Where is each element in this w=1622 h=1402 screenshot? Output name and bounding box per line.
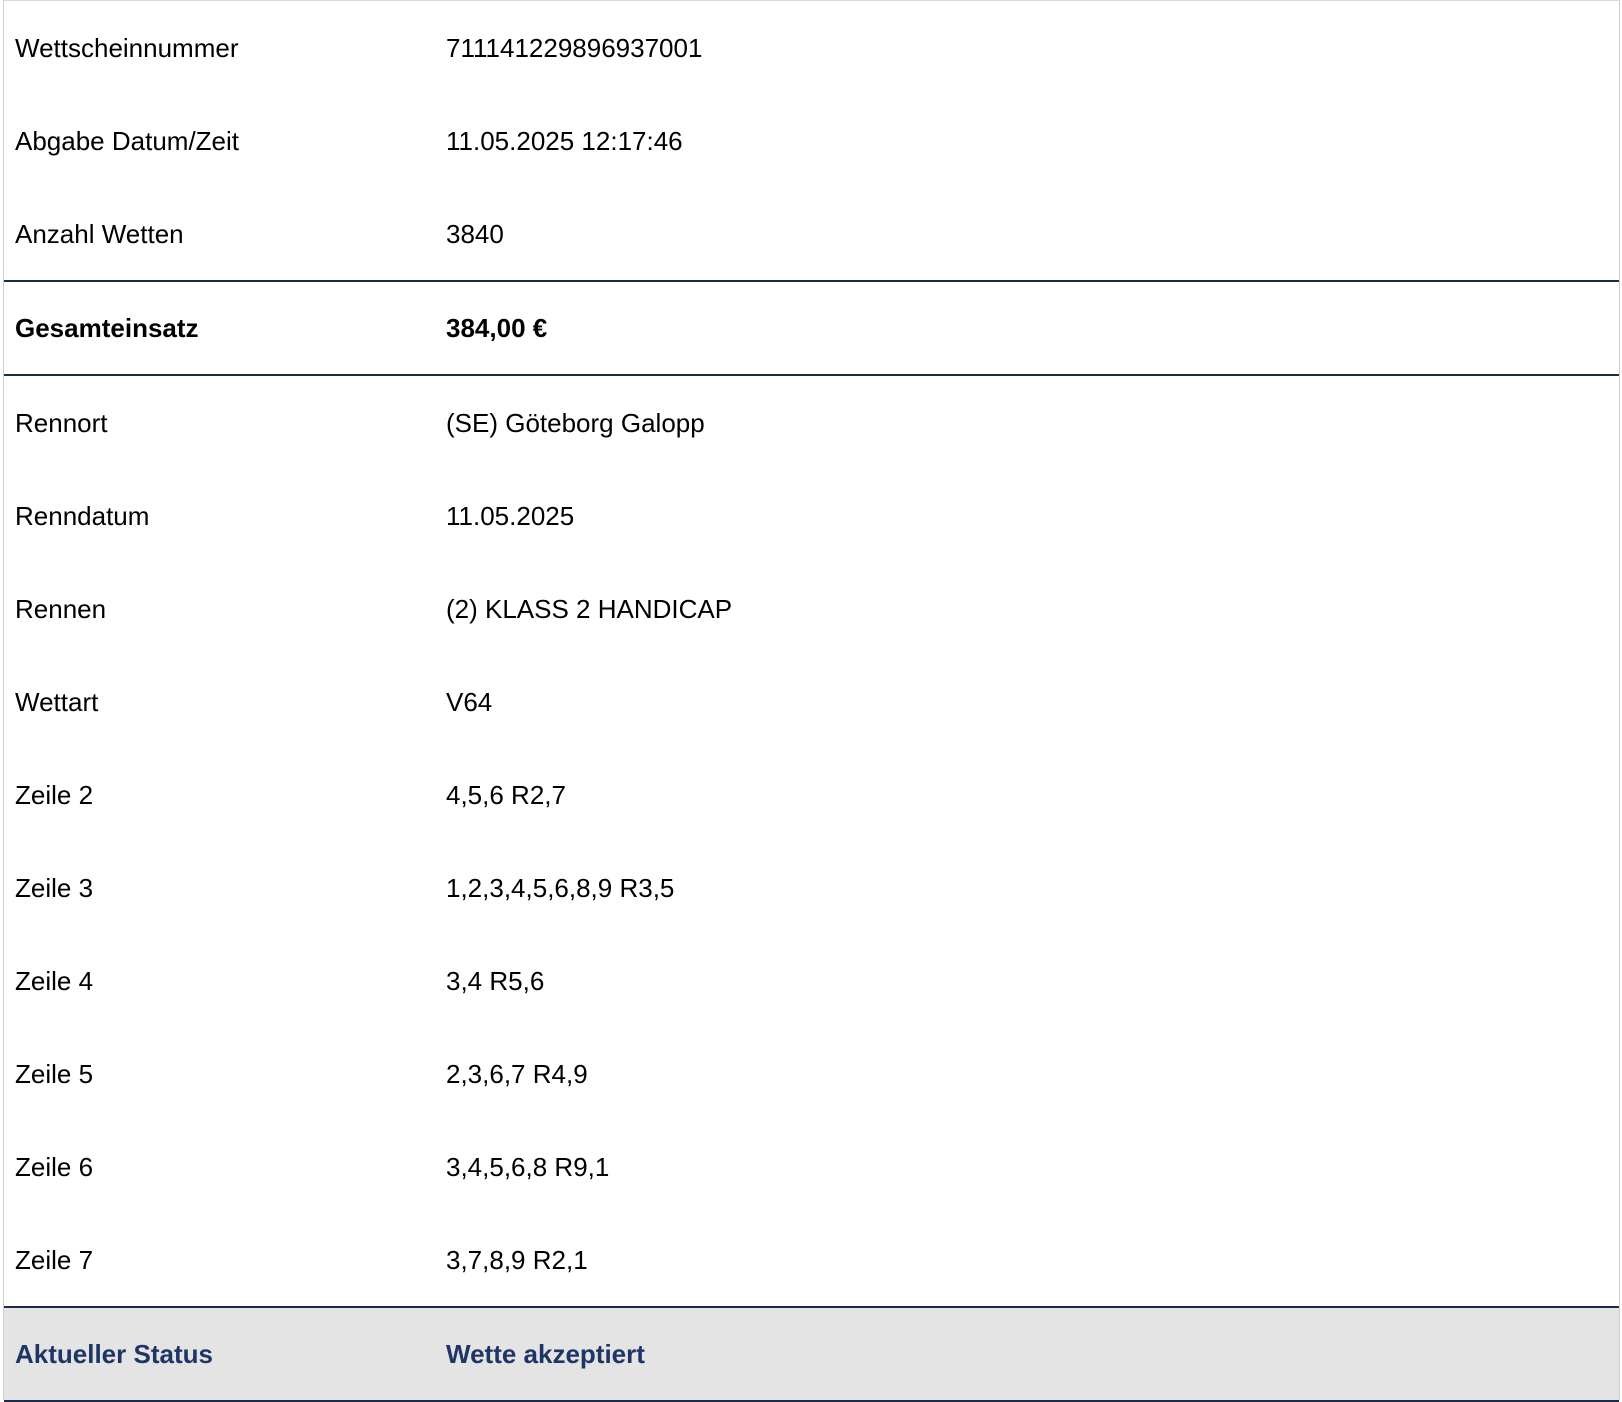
row-label: Zeile 5 xyxy=(15,1058,94,1089)
row-value: (2) KLASS 2 HANDICAP xyxy=(446,593,733,624)
row-label: Zeile 3 xyxy=(15,872,94,903)
row-label: Zeile 7 xyxy=(15,1244,94,1275)
total-stake-section: Gesamteinsatz 384,00 € xyxy=(4,280,1619,376)
row-label: Renndatum xyxy=(15,500,150,531)
row-label: Rennort xyxy=(15,407,108,438)
row-value: 3840 xyxy=(446,218,504,249)
row-submission-datetime: Abgabe Datum/Zeit 11.05.2025 12:17:46 xyxy=(4,94,1619,187)
row-value: V64 xyxy=(446,686,493,717)
row-label: Wettart xyxy=(15,686,99,717)
row-value: 1,2,3,4,5,6,8,9 R3,5 xyxy=(446,872,675,903)
bet-summary-section: Wettscheinnummer 711141229896937001 Abga… xyxy=(4,1,1619,280)
status-label: Aktueller Status xyxy=(15,1339,213,1369)
row-bet-count: Anzahl Wetten 3840 xyxy=(4,187,1619,280)
row-line-3: Zeile 3 1,2,3,4,5,6,8,9 R3,5 xyxy=(4,841,1619,934)
race-details-section: Rennort (SE) Göteborg Galopp Renndatum 1… xyxy=(4,376,1619,1306)
current-status-section: Aktueller Status Wette akzeptiert xyxy=(4,1306,1619,1402)
row-label: Anzahl Wetten xyxy=(15,218,184,249)
status-badge: Wette akzeptiert xyxy=(446,1339,645,1369)
row-value: 4,5,6 R2,7 xyxy=(446,779,566,810)
row-label: Zeile 4 xyxy=(15,965,94,996)
row-value: (SE) Göteborg Galopp xyxy=(446,407,705,438)
row-value: 11.05.2025 xyxy=(446,500,575,531)
row-label: Rennen xyxy=(15,593,107,624)
row-value: 11.05.2025 12:17:46 xyxy=(446,125,683,156)
total-label: Gesamteinsatz xyxy=(15,313,199,343)
row-race-venue: Rennort (SE) Göteborg Galopp xyxy=(4,376,1619,469)
row-race-date: Renndatum 11.05.2025 xyxy=(4,469,1619,562)
row-value: 711141229896937001 xyxy=(446,32,703,63)
row-current-status: Aktueller Status Wette akzeptiert xyxy=(4,1308,1619,1400)
row-label: Wettscheinnummer xyxy=(15,32,239,63)
row-total-stake: Gesamteinsatz 384,00 € xyxy=(4,282,1619,374)
row-line-4: Zeile 4 3,4 R5,6 xyxy=(4,934,1619,1027)
row-label: Zeile 6 xyxy=(15,1151,94,1182)
row-label: Zeile 2 xyxy=(15,779,94,810)
row-line-2: Zeile 2 4,5,6 R2,7 xyxy=(4,748,1619,841)
bet-slip-details: Wettscheinnummer 711141229896937001 Abga… xyxy=(3,0,1620,1402)
row-line-5: Zeile 5 2,3,6,7 R4,9 xyxy=(4,1027,1619,1120)
row-value: 3,4 R5,6 xyxy=(446,965,545,996)
row-bet-type: Wettart V64 xyxy=(4,655,1619,748)
row-value: 2,3,6,7 R4,9 xyxy=(446,1058,588,1089)
row-line-7: Zeile 7 3,7,8,9 R2,1 xyxy=(4,1213,1619,1306)
total-value: 384,00 € xyxy=(446,313,548,343)
row-ticket-number: Wettscheinnummer 711141229896937001 xyxy=(4,1,1619,94)
row-line-6: Zeile 6 3,4,5,6,8 R9,1 xyxy=(4,1120,1619,1213)
row-value: 3,4,5,6,8 R9,1 xyxy=(446,1151,610,1182)
row-race: Rennen (2) KLASS 2 HANDICAP xyxy=(4,562,1619,655)
row-value: 3,7,8,9 R2,1 xyxy=(446,1244,588,1275)
row-label: Abgabe Datum/Zeit xyxy=(15,125,240,156)
